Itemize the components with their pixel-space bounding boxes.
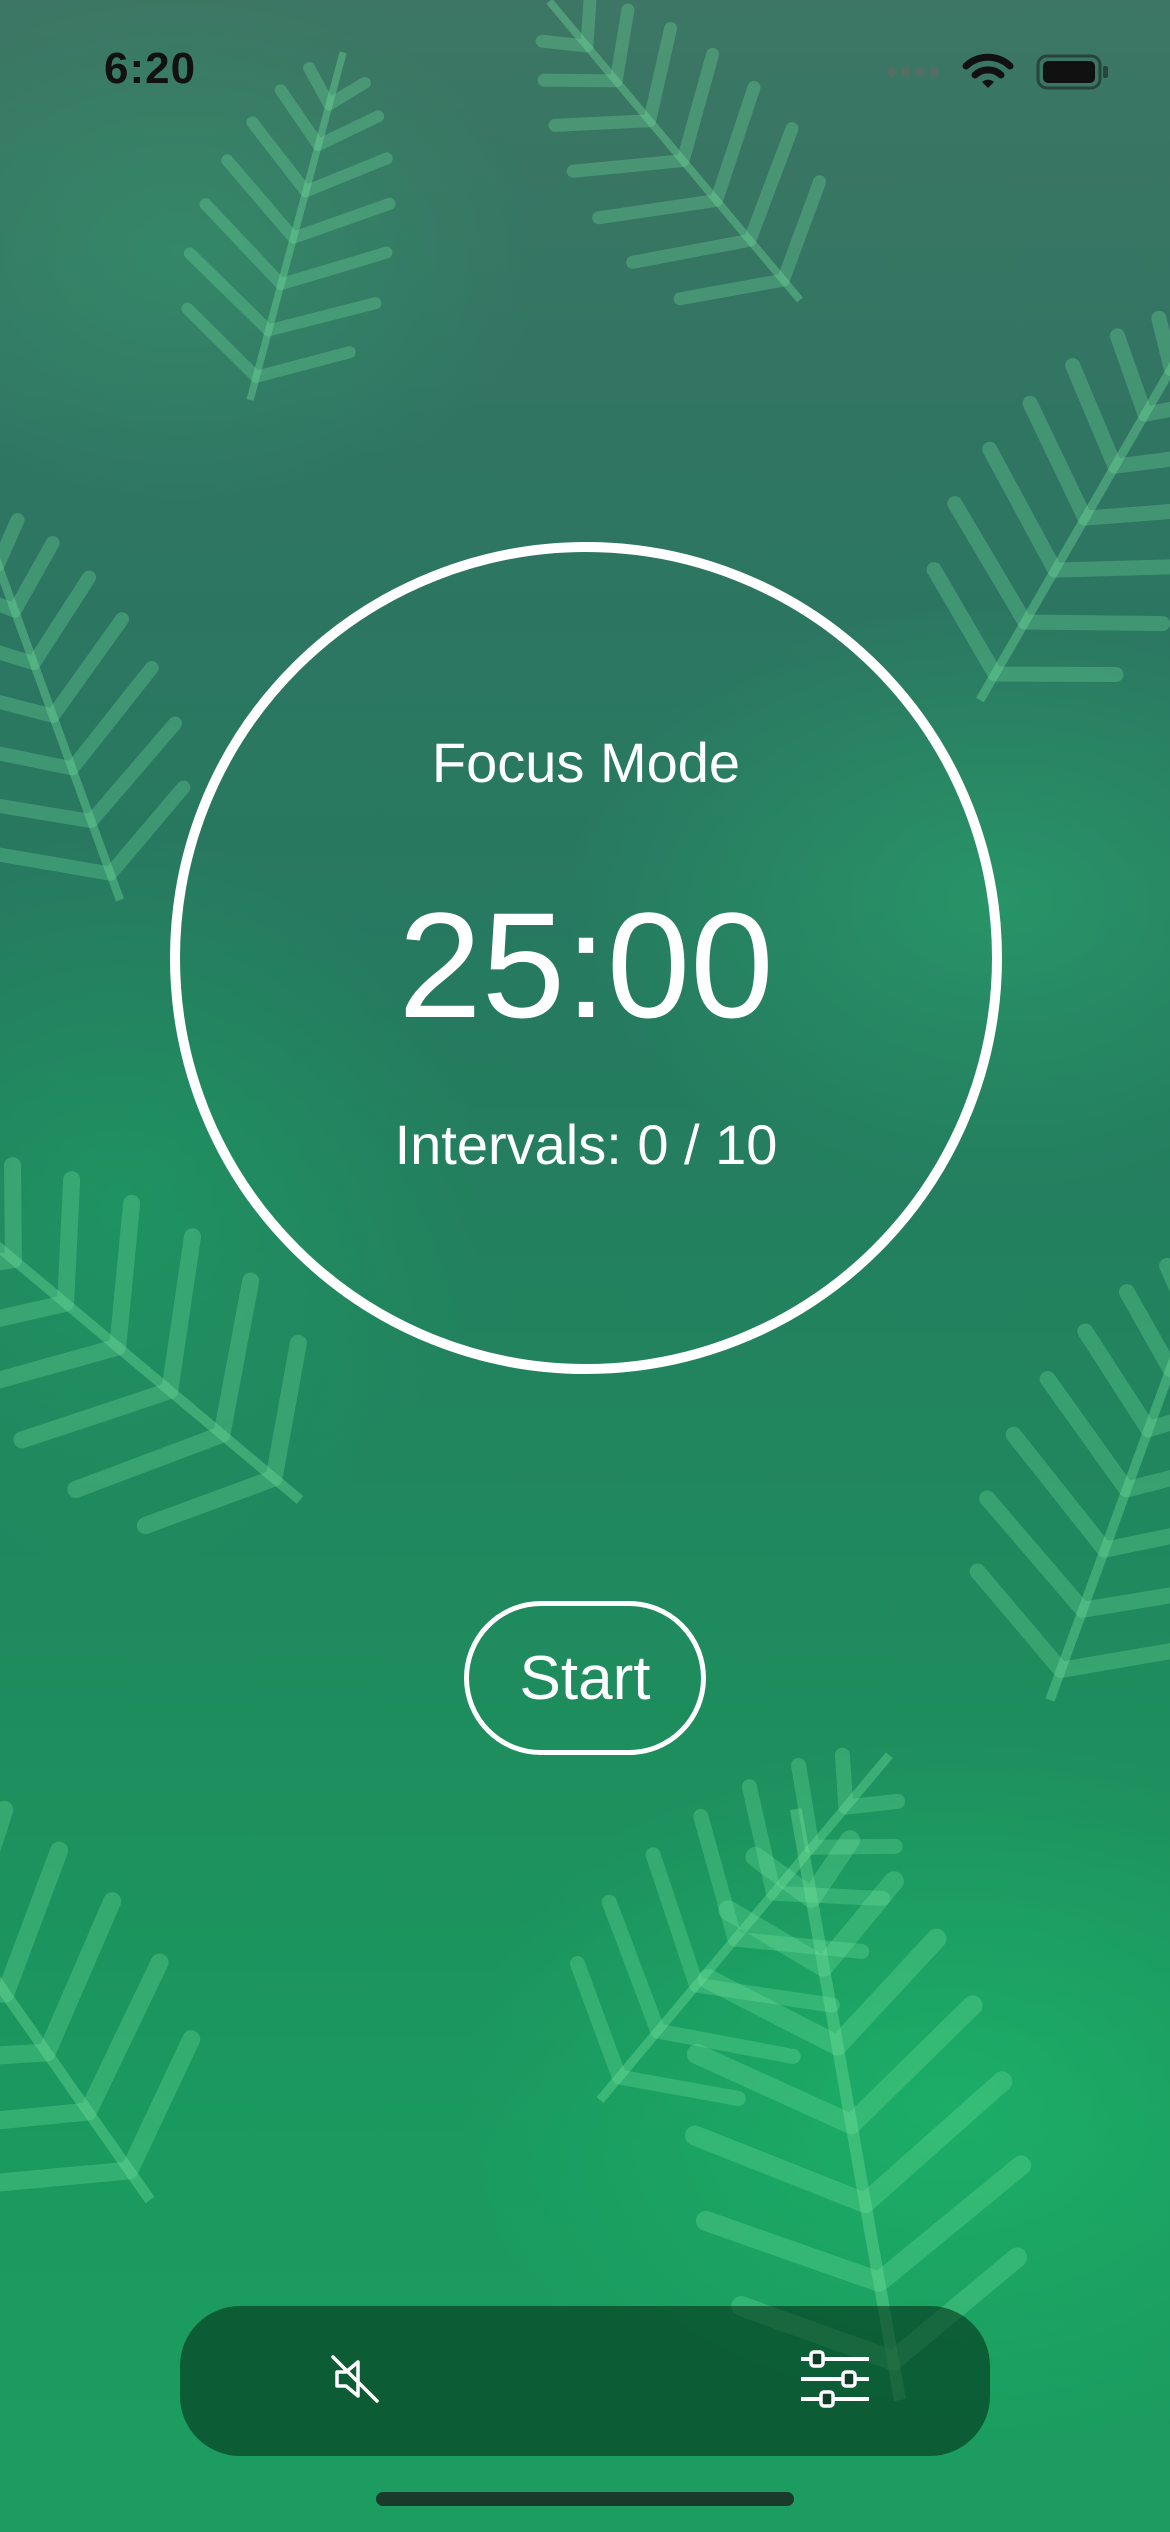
intervals-counter: Intervals: 0 / 10 (394, 1113, 778, 1176)
signal-icon (886, 65, 940, 83)
settings-sliders-icon (799, 2349, 871, 2414)
home-indicator[interactable] (376, 2492, 794, 2506)
status-icons (886, 52, 1110, 96)
settings-button[interactable] (760, 2306, 910, 2456)
timer-display: 25:00 (398, 881, 774, 1049)
battery-icon (1036, 54, 1110, 95)
sound-off-icon (327, 2351, 383, 2412)
status-time: 6:20 (104, 44, 197, 93)
mute-button[interactable] (280, 2306, 430, 2456)
mode-label: Focus Mode (431, 731, 741, 794)
bottom-toolbar (180, 2306, 990, 2456)
start-button[interactable]: Start (464, 1601, 706, 1755)
wifi-icon (962, 52, 1014, 97)
